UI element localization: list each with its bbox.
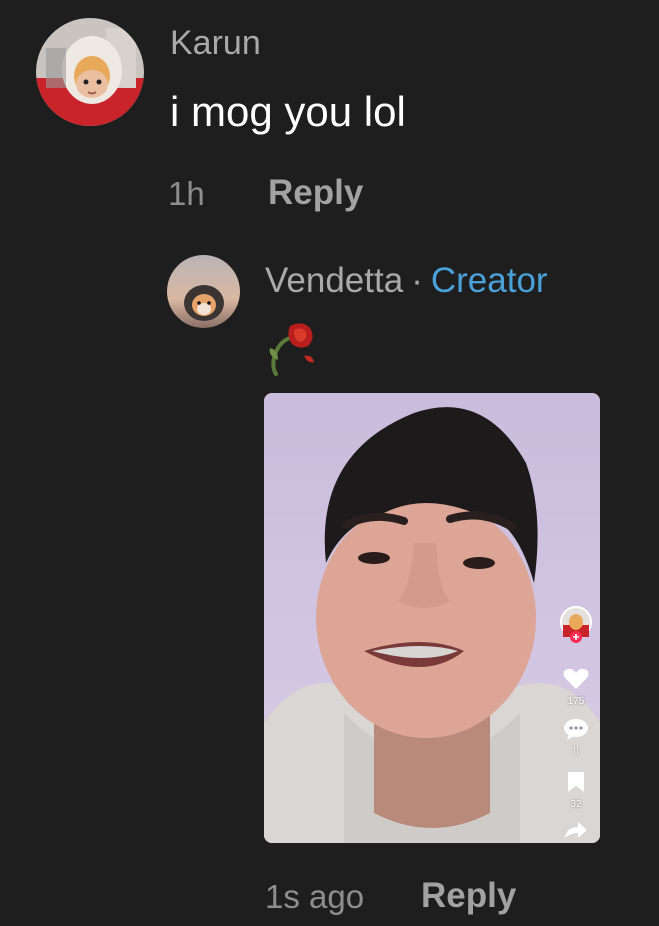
comment-timestamp: 1h xyxy=(168,175,205,212)
share-button[interactable] xyxy=(558,821,594,843)
video-thumbnail[interactable]: 175 8 32 xyxy=(264,393,600,843)
comment-button[interactable]: 8 xyxy=(558,718,594,757)
wilted-rose-icon xyxy=(264,318,324,378)
save-count: 32 xyxy=(570,799,582,810)
save-button[interactable]: 32 xyxy=(558,771,594,810)
reply-author[interactable]: Vendetta xyxy=(265,261,403,300)
share-arrow-icon xyxy=(565,822,587,838)
heart-icon xyxy=(563,668,589,689)
bookmark-icon xyxy=(568,772,584,792)
comment-bubble-icon xyxy=(564,719,588,740)
avatar-karun[interactable] xyxy=(36,18,144,126)
creator-avatar-overlay[interactable] xyxy=(558,605,594,650)
comment-author[interactable]: Karun xyxy=(170,24,261,63)
reply-button[interactable]: Reply xyxy=(268,173,363,213)
like-button[interactable]: 175 xyxy=(558,668,594,707)
comment-count: 8 xyxy=(573,746,579,757)
comment-text: i mog you lol xyxy=(170,88,406,135)
reply-author-line: Vendetta · Creator xyxy=(265,261,548,301)
video-frame xyxy=(264,393,600,843)
creator-badge: Creator xyxy=(430,261,548,300)
avatar-vendetta[interactable] xyxy=(167,255,240,328)
like-count: 175 xyxy=(567,696,585,707)
separator-dot: · xyxy=(411,261,423,300)
reply-button[interactable]: Reply xyxy=(421,876,516,916)
reply-timestamp: 1s ago xyxy=(265,878,365,915)
comment-thread: Karun i mog you lol 1h Reply Vendetta · Cr… xyxy=(0,0,659,926)
